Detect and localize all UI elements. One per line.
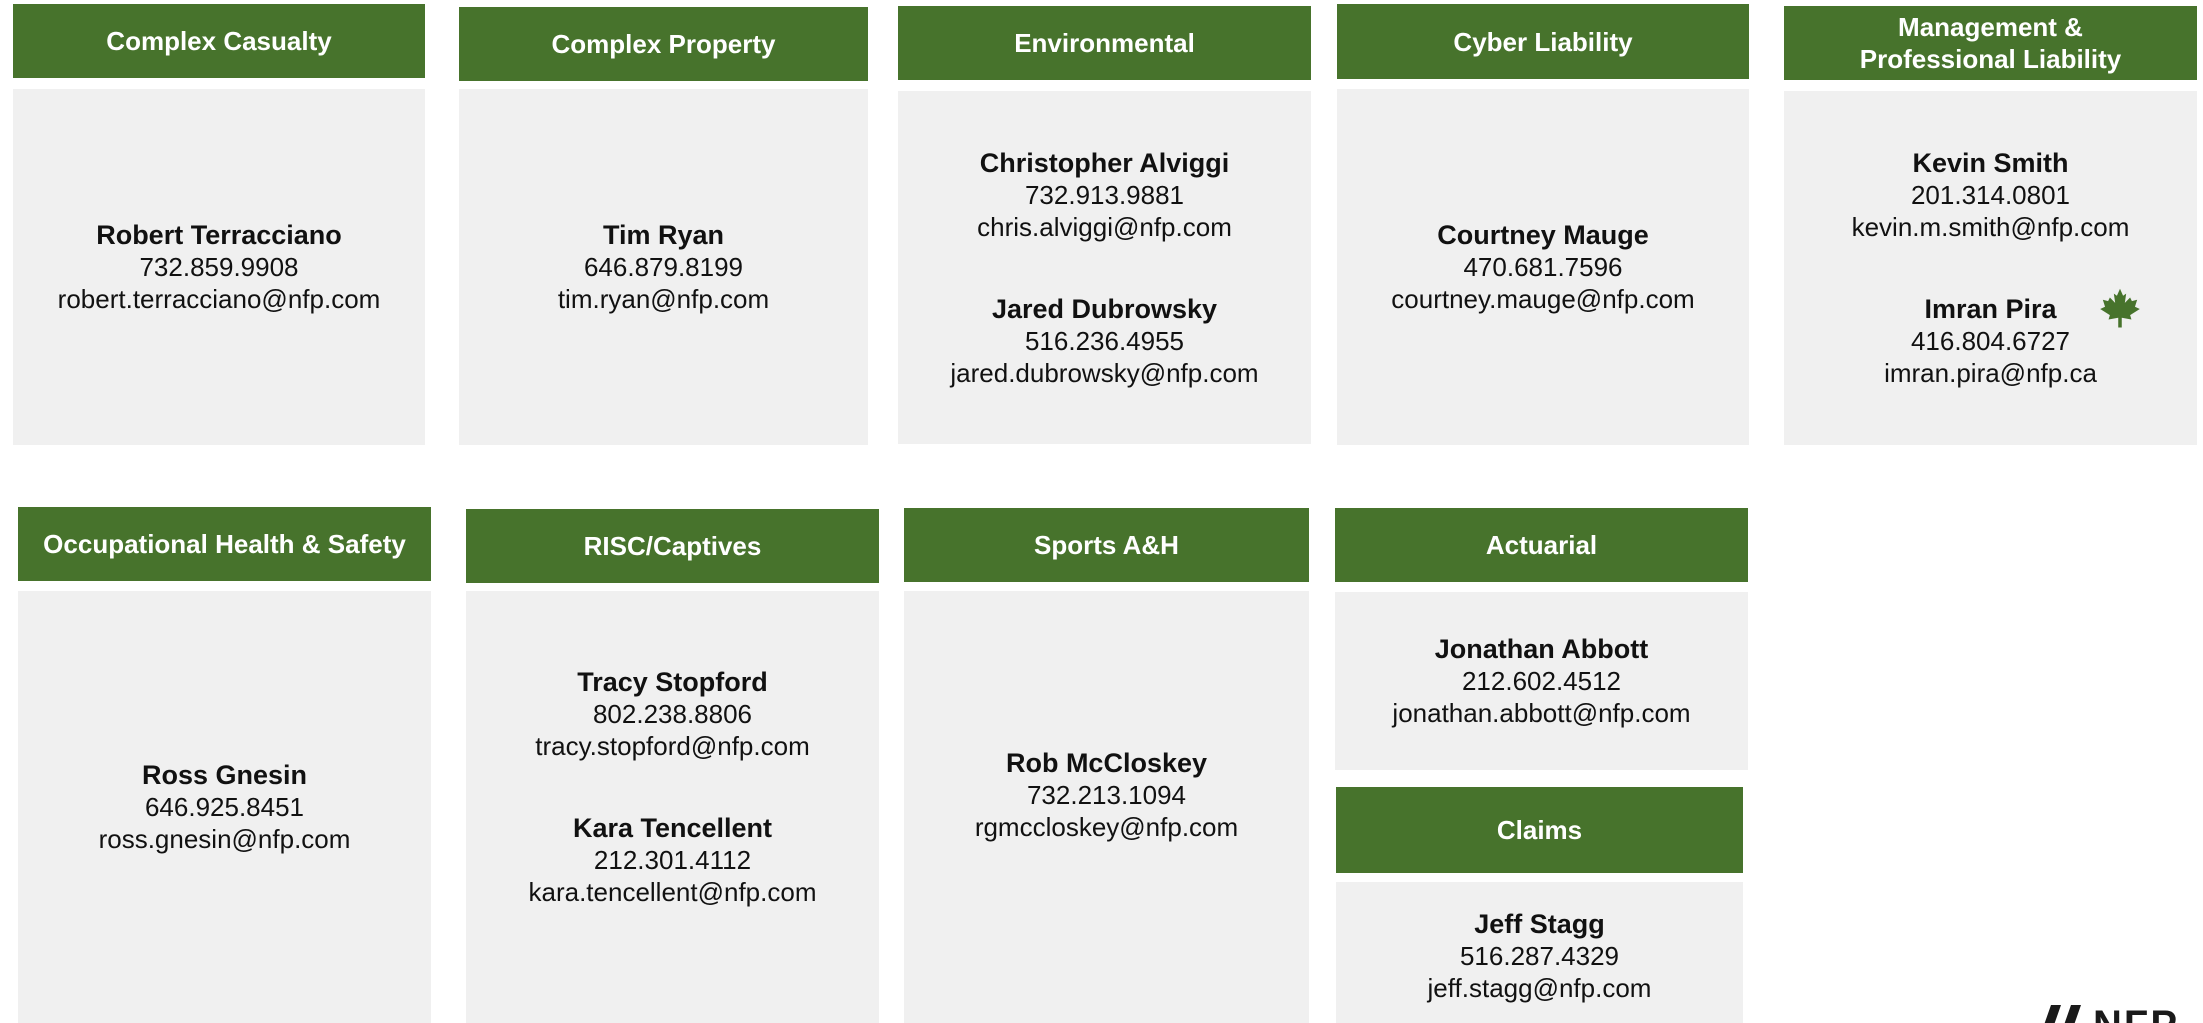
contact-email[interactable]: tracy.stopford@nfp.com — [535, 730, 809, 762]
section-panel-complex-casualty: Robert Terracciano 732.859.9908 robert.t… — [13, 89, 425, 445]
section-header-complex-property: Complex Property — [459, 7, 868, 81]
section-header-risc-captives: RISC/Captives — [466, 509, 879, 583]
section-header-occupational-health-safety: Occupational Health & Safety — [18, 507, 431, 581]
section-panel-claims: Jeff Stagg 516.287.4329 jeff.stagg@nfp.c… — [1336, 882, 1743, 1023]
contact-name: Jeff Stagg — [1474, 909, 1605, 939]
section-panel-complex-property: Tim Ryan 646.879.8199 tim.ryan@nfp.com — [459, 89, 868, 445]
contact-phone[interactable]: 516.236.4955 — [1025, 325, 1184, 357]
contact-name: Jared Dubrowsky — [991, 293, 1218, 324]
section-title: Complex Property — [551, 29, 776, 59]
contact-phone[interactable]: 646.879.8199 — [584, 251, 743, 283]
section-title: Complex Casualty — [106, 26, 332, 56]
contact-email[interactable]: rgmccloskey@nfp.com — [975, 811, 1238, 843]
contact-name: Tracy Stopford — [577, 667, 768, 697]
contact-phone[interactable]: 732.913.9881 — [1025, 179, 1184, 211]
contact-card: Courtney Mauge 470.681.7596 courtney.mau… — [1391, 219, 1694, 315]
section-header-environmental: Environmental — [898, 6, 1311, 80]
contact-card: Tim Ryan 646.879.8199 tim.ryan@nfp.com — [558, 219, 769, 315]
contact-phone[interactable]: 802.238.8806 — [593, 698, 752, 730]
contact-phone[interactable]: 212.301.4112 — [594, 844, 751, 876]
contact-email[interactable]: kara.tencellent@nfp.com — [529, 876, 817, 908]
contact-card: Rob McCloskey 732.213.1094 rgmccloskey@n… — [975, 747, 1238, 843]
section-title: Sports A&H — [1034, 530, 1179, 560]
contact-phone[interactable]: 646.925.8451 — [145, 791, 304, 823]
contact-phone[interactable]: 201.314.0801 — [1911, 179, 2070, 211]
contact-name: Jonathan Abbott — [1434, 634, 1649, 664]
section-header-actuarial: Actuarial — [1335, 508, 1748, 582]
contact-email[interactable]: imran.pira@nfp.ca — [1884, 357, 2097, 389]
section-panel-cyber-liability: Courtney Mauge 470.681.7596 courtney.mau… — [1337, 89, 1749, 445]
contact-name: Tim Ryan — [602, 220, 725, 250]
contact-name: Ross Gnesin — [141, 760, 308, 790]
section-panel-management-professional-liability: Kevin Smith 201.314.0801 kevin.m.smith@n… — [1784, 91, 2197, 445]
section-header-sports-ah: Sports A&H — [904, 508, 1309, 582]
contact-email[interactable]: courtney.mauge@nfp.com — [1391, 283, 1694, 315]
section-header-management-professional-liability: Management & Professional Liability — [1784, 6, 2197, 80]
contact-card: Jeff Stagg 516.287.4329 jeff.stagg@nfp.c… — [1428, 908, 1652, 1004]
section-header-cyber-liability: Cyber Liability — [1337, 4, 1749, 79]
contact-email[interactable]: robert.terracciano@nfp.com — [58, 283, 381, 315]
contact-card: Kevin Smith 201.314.0801 kevin.m.smith@n… — [1852, 147, 2130, 243]
section-title: Cyber Liability — [1453, 26, 1633, 57]
contact-name: Christopher Alviggi — [979, 147, 1230, 178]
contact-email[interactable]: kevin.m.smith@nfp.com — [1852, 211, 2130, 243]
contact-email[interactable]: jeff.stagg@nfp.com — [1428, 972, 1652, 1004]
contact-card: Ross Gnesin 646.925.8451 ross.gnesin@nfp… — [99, 759, 351, 855]
nfp-logo: NFP — [2035, 1005, 2203, 1023]
contact-name: Kevin Smith — [1912, 148, 2069, 178]
contact-card: Jared Dubrowsky 516.236.4955 jared.dubro… — [950, 293, 1258, 389]
contact-email[interactable]: ross.gnesin@nfp.com — [99, 823, 351, 855]
contact-name: Kara Tencellent — [572, 813, 773, 843]
contact-phone[interactable]: 470.681.7596 — [1463, 251, 1622, 283]
section-header-claims: Claims — [1336, 787, 1743, 873]
contact-phone[interactable]: 212.602.4512 — [1462, 665, 1621, 697]
contact-phone[interactable]: 516.287.4329 — [1460, 940, 1619, 972]
contact-name: Courtney Mauge — [1437, 220, 1649, 250]
contact-card: Tracy Stopford 802.238.8806 tracy.stopfo… — [535, 666, 809, 762]
contact-name: Rob McCloskey — [1005, 748, 1208, 778]
contact-phone[interactable]: 732.213.1094 — [1027, 779, 1186, 811]
section-title: Occupational Health & Safety — [43, 529, 406, 559]
contact-card: Imran Pira 416.804.6727 imran.pira@nfp.c… — [1884, 288, 2140, 389]
section-title: Environmental — [1014, 28, 1195, 58]
section-panel-risc-captives: Tracy Stopford 802.238.8806 tracy.stopfo… — [466, 591, 879, 1023]
section-title-line-1: Management & — [1898, 12, 2083, 42]
logo-text: NFP — [2093, 1005, 2179, 1023]
contact-phone[interactable]: 732.859.9908 — [139, 251, 298, 283]
contact-email[interactable]: chris.alviggi@nfp.com — [977, 211, 1232, 243]
section-panel-actuarial: Jonathan Abbott 212.602.4512 jonathan.ab… — [1335, 592, 1748, 770]
section-panel-occupational-health-safety: Ross Gnesin 646.925.8451 ross.gnesin@nfp… — [18, 591, 431, 1023]
contact-email[interactable]: tim.ryan@nfp.com — [558, 283, 769, 315]
section-title: RISC/Captives — [583, 531, 762, 561]
contact-name-row: Imran Pira — [1924, 288, 2140, 328]
contact-card: Jonathan Abbott 212.602.4512 jonathan.ab… — [1392, 633, 1690, 729]
contact-email[interactable]: jonathan.abbott@nfp.com — [1392, 697, 1690, 729]
contact-phone[interactable]: 416.804.6727 — [1911, 325, 2070, 357]
section-header-complex-casualty: Complex Casualty — [13, 4, 425, 78]
contact-name: Imran Pira — [1924, 294, 2057, 324]
contact-email[interactable]: jared.dubrowsky@nfp.com — [950, 357, 1258, 389]
section-title: Actuarial — [1485, 530, 1598, 560]
maple-leaf-icon — [2099, 288, 2140, 328]
contact-name: Robert Terracciano — [96, 220, 342, 250]
section-panel-environmental: Christopher Alviggi 732.913.9881 chris.a… — [898, 91, 1311, 444]
contact-card: Robert Terracciano 732.859.9908 robert.t… — [58, 219, 381, 315]
contact-card: Christopher Alviggi 732.913.9881 chris.a… — [977, 147, 1232, 243]
section-title: Claims — [1496, 815, 1583, 845]
section-title-line-2: Professional Liability — [1859, 44, 2122, 74]
contact-card: Kara Tencellent 212.301.4112 kara.tencel… — [529, 812, 817, 908]
section-panel-sports-ah: Rob McCloskey 732.213.1094 rgmccloskey@n… — [904, 591, 1309, 1023]
